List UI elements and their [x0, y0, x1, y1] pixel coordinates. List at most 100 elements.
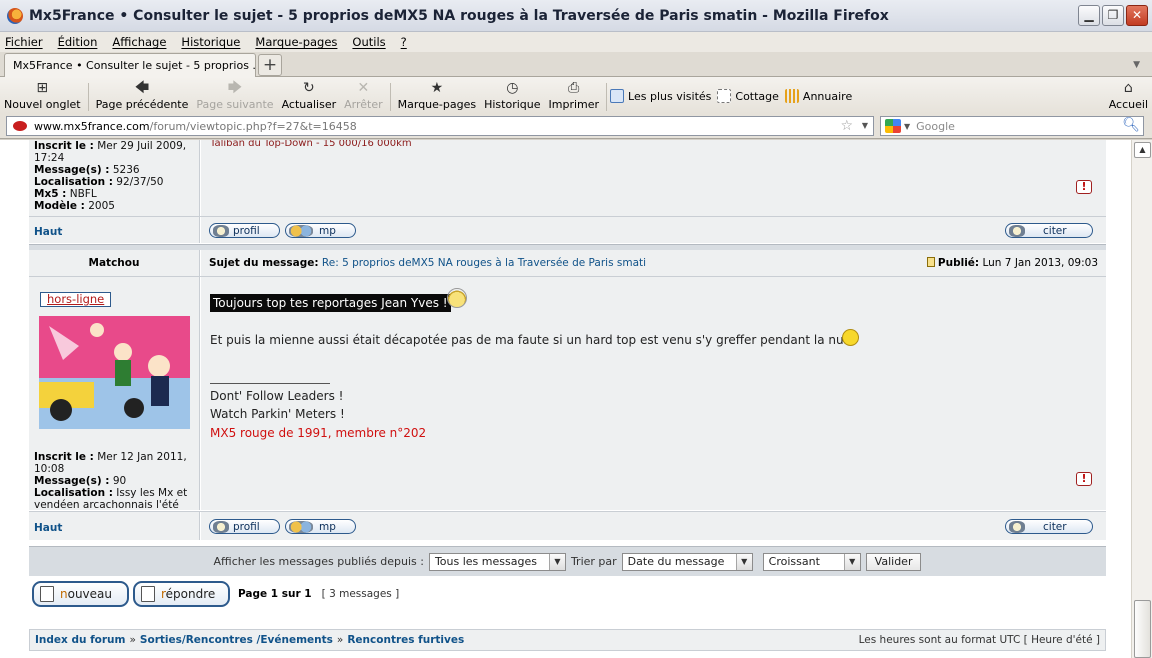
- scroll-up-icon[interactable]: ▲: [1134, 142, 1151, 158]
- scrollbar-thumb[interactable]: [1134, 600, 1151, 658]
- breadcrumb-forum-index[interactable]: Index du forum: [35, 634, 125, 646]
- back-label: Page précédente: [95, 98, 189, 111]
- reload-icon: ↻: [302, 80, 315, 96]
- subject-link[interactable]: Re: 5 proprios deMX5 NA rouges à la Trav…: [322, 257, 646, 269]
- breadcrumb-rencontres[interactable]: Rencontres furtives: [347, 634, 464, 646]
- post-1-buttons: profil mp citer: [201, 217, 1106, 243]
- home-icon: ⌂: [1123, 80, 1133, 96]
- sort-order-select[interactable]: Croissant ▼: [762, 552, 861, 571]
- show-since-select[interactable]: Tous les messages ▼: [428, 552, 566, 571]
- search-placeholder: Google: [916, 119, 955, 133]
- reply-label: répondre: [161, 587, 216, 601]
- published-info: Publié: Lun 7 Jan 2013, 09:03: [926, 257, 1098, 269]
- forward-button[interactable]: 🡆 Page suivante: [192, 80, 277, 114]
- minimize-button[interactable]: ▁: [1078, 5, 1100, 26]
- page-scrollbar[interactable]: ▲: [1131, 140, 1152, 658]
- quote-icon: [1009, 520, 1025, 533]
- pm-button[interactable]: mp: [285, 223, 356, 238]
- url-input[interactable]: www.mx5france.com/forum/viewtopic.php?f=…: [6, 116, 874, 136]
- bookmark-annuaire[interactable]: Annuaire: [784, 89, 852, 103]
- new-topic-button[interactable]: nouveau: [32, 581, 129, 607]
- tab-mx5france[interactable]: Mx5France • Consulter le sujet - 5 propr…: [4, 53, 256, 77]
- report-post-icon[interactable]: !: [1076, 180, 1092, 194]
- menu-historique[interactable]: Historique: [181, 35, 240, 49]
- reload-button[interactable]: ↻ Actualiser: [278, 80, 341, 114]
- post-2: hors-ligne Inscrit le : Mer 12 Jan 2011,…: [29, 277, 1106, 511]
- signature-line-3: MX5 rouge de 1991, membre n°202: [210, 426, 427, 440]
- navigation-toolbar: ⊞ Nouvel onglet 🡄 Page précédente 🡆 Page…: [0, 77, 1152, 114]
- post-author[interactable]: Matchou: [29, 250, 200, 276]
- bookmark-label: Cottage: [735, 89, 779, 103]
- sort-by-select[interactable]: Date du message ▼: [621, 552, 753, 571]
- page-viewport: Inscrit le : Mer 29 Juil 2009, 17:24 Mes…: [0, 140, 1131, 658]
- chevron-down-icon: ▼: [843, 553, 860, 570]
- top-link[interactable]: Haut: [34, 226, 62, 238]
- profile-button[interactable]: profil: [209, 223, 280, 238]
- new-topic-icon: [40, 586, 54, 602]
- menu-outils[interactable]: Outils: [352, 35, 385, 49]
- google-icon[interactable]: [885, 119, 901, 133]
- display-filter-bar: Afficher les messages publiés depuis : T…: [29, 546, 1106, 576]
- chevron-down-icon: ▼: [548, 553, 565, 570]
- signature-line-1: Dont' Follow Leaders !: [210, 389, 344, 403]
- print-button[interactable]: ⎙ Imprimer: [545, 80, 604, 114]
- stop-button[interactable]: ✕ Arrêter: [340, 80, 387, 114]
- new-tab-toolbar-button[interactable]: ⊞ Nouvel onglet: [0, 80, 85, 114]
- bookmark-cottage[interactable]: Cottage: [717, 89, 779, 103]
- breadcrumb-separator: »: [336, 634, 344, 646]
- top-link[interactable]: Haut: [34, 522, 62, 534]
- menu-help[interactable]: ?: [401, 35, 407, 49]
- window-title: Mx5France • Consulter le sujet - 5 propr…: [29, 7, 889, 24]
- reply-button[interactable]: répondre: [133, 581, 230, 607]
- profile-icon: [213, 520, 229, 533]
- pm-icon: [289, 520, 313, 533]
- submit-filter-button[interactable]: Valider: [865, 552, 922, 571]
- profile-icon: [213, 224, 229, 237]
- report-post-icon[interactable]: !: [1076, 472, 1092, 486]
- sort-by-label: Trier par: [570, 555, 617, 568]
- bookmark-most-visited[interactable]: Les plus visités: [610, 89, 711, 103]
- url-history-chevron-icon[interactable]: ▼: [862, 121, 868, 130]
- history-button[interactable]: ◷ Historique: [480, 80, 544, 114]
- quote-button[interactable]: citer: [1005, 223, 1093, 238]
- print-label: Imprimer: [548, 98, 600, 111]
- firefox-icon: [7, 7, 23, 24]
- post-2-body: Toujours top tes reportages Jean Yves ! …: [201, 277, 1106, 510]
- maximize-button[interactable]: ❐: [1102, 5, 1124, 26]
- pm-label: mp: [319, 224, 336, 237]
- back-button[interactable]: 🡄 Page précédente: [92, 80, 193, 114]
- breadcrumb-sorties[interactable]: Sorties/Rencontres /Evénements: [140, 634, 333, 646]
- page-icon: [717, 89, 732, 103]
- close-button[interactable]: ✕: [1126, 5, 1148, 26]
- toolbar-separator: [606, 83, 608, 111]
- menu-marque-pages[interactable]: Marque-pages: [255, 35, 337, 49]
- user-avatar: [39, 316, 190, 429]
- history-label: Historique: [484, 98, 541, 111]
- bookmark-star-icon[interactable]: ☆: [840, 118, 853, 134]
- quote-button[interactable]: citer: [1005, 519, 1093, 534]
- stop-label: Arrêter: [344, 98, 383, 111]
- menu-edition[interactable]: Édition: [58, 35, 98, 49]
- new-tab-button[interactable]: +: [258, 54, 282, 76]
- pagination-info: Page 1 sur 1 [ 3 messages ]: [238, 588, 400, 600]
- profile-label: profil: [233, 224, 260, 237]
- bookmarks-button[interactable]: ★ Marque-pages: [394, 80, 480, 114]
- menu-fichier[interactable]: Fichier: [5, 35, 43, 49]
- post-1: Inscrit le : Mer 29 Juil 2009, 17:24 Mes…: [29, 140, 1106, 216]
- search-engine-chevron-icon[interactable]: ▼: [904, 122, 910, 131]
- search-icon[interactable]: 🔍︎: [1122, 117, 1140, 133]
- pm-button[interactable]: mp: [285, 519, 356, 534]
- home-button[interactable]: ⌂ Accueil: [1105, 80, 1152, 114]
- post-1-signature: Taliban du Top-Down - 15 000/16 000km: [210, 140, 412, 149]
- profile-button[interactable]: profil: [209, 519, 280, 534]
- most-visited-icon: [610, 89, 625, 103]
- post-2-profile-details: Inscrit le : Mer 12 Jan 2011, 10:08 Mess…: [34, 451, 188, 511]
- menu-affichage[interactable]: Affichage: [112, 35, 166, 49]
- back-arrow-icon: 🡄: [134, 80, 150, 96]
- tab-list-chevron-icon[interactable]: ▼: [1133, 60, 1140, 70]
- tab-label: Mx5France • Consulter le sujet - 5 propr…: [13, 59, 256, 72]
- bookmark-star-icon: ★: [430, 80, 444, 96]
- search-input[interactable]: ▼ Google 🔍︎: [880, 116, 1144, 136]
- reload-label: Actualiser: [281, 98, 337, 111]
- post-2-profile: hors-ligne Inscrit le : Mer 12 Jan 2011,…: [29, 277, 200, 511]
